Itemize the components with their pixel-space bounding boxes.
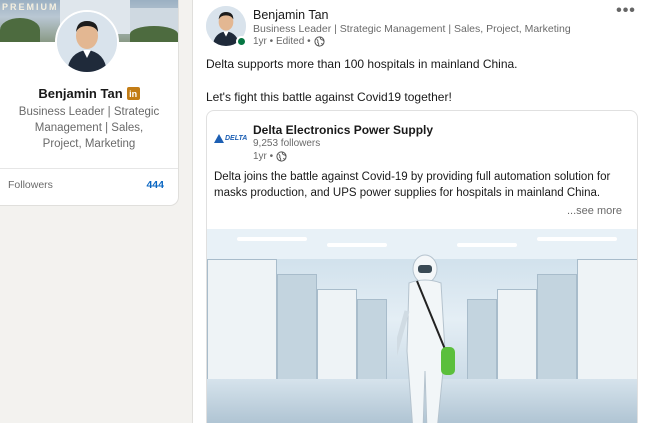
profile-name[interactable]: Benjamin Tan xyxy=(38,86,122,101)
worker-figure xyxy=(397,254,455,423)
profile-name-row[interactable]: Benjamin Tan in xyxy=(0,86,178,101)
post-image[interactable] xyxy=(207,229,637,423)
post-author-headline: Business Leader | Strategic Management |… xyxy=(253,23,571,35)
delta-logo[interactable]: DELTA xyxy=(214,131,248,145)
more-options-icon[interactable]: ••• xyxy=(612,2,640,22)
shared-post[interactable]: DELTA Delta Electronics Power Supply 9,2… xyxy=(206,110,638,423)
shared-post-meta: 1yr • xyxy=(253,151,287,162)
feed-post: Benjamin Tan Business Leader | Strategic… xyxy=(193,0,650,423)
see-more-link[interactable]: ...see more xyxy=(567,205,622,217)
divider xyxy=(0,168,178,169)
shared-post-text: Delta joins the battle against Covid-19 … xyxy=(214,171,611,199)
post-text-line-1: Delta supports more than 100 hospitals i… xyxy=(206,57,518,71)
profile-headline: Business Leader | Strategic Management |… xyxy=(18,106,160,150)
shared-company-followers: 9,253 followers xyxy=(253,138,321,149)
post-author-name[interactable]: Benjamin Tan xyxy=(253,8,329,22)
globe-icon xyxy=(314,36,325,47)
shared-company-name[interactable]: Delta Electronics Power Supply xyxy=(253,123,433,137)
post-meta: 1yr • Edited • xyxy=(253,36,325,47)
delta-logo-text: DELTA xyxy=(225,134,248,142)
globe-icon xyxy=(276,151,287,162)
profile-avatar[interactable] xyxy=(55,10,119,74)
linkedin-premium-badge-icon: in xyxy=(126,87,140,100)
followers-row[interactable]: Followers 444 xyxy=(0,176,178,194)
premium-label: PREMIUM xyxy=(2,2,59,12)
shared-post-timestamp: 1yr • xyxy=(253,151,274,162)
followers-count[interactable]: 444 xyxy=(146,179,164,191)
online-status-indicator xyxy=(236,36,247,47)
post-text-line-2: Let's fight this battle against Covid19 … xyxy=(206,90,452,104)
profile-card: PREMIUM Benjamin Tan in Business Leader … xyxy=(0,0,178,205)
post-timestamp: 1yr • Edited • xyxy=(253,36,311,47)
followers-label: Followers xyxy=(8,179,53,191)
